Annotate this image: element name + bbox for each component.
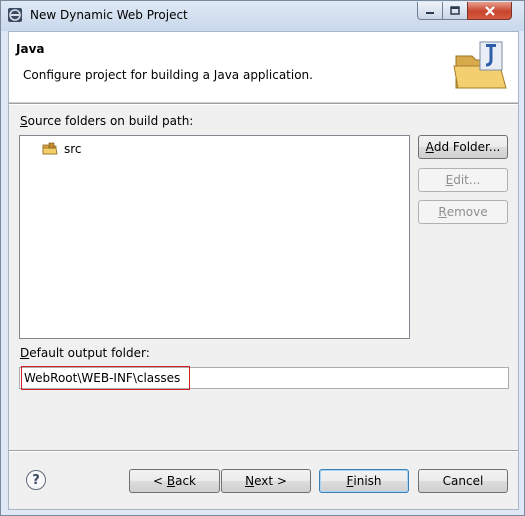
cancel-label: Cancel (442, 474, 484, 488)
source-folders-label-mnemonic: S (20, 114, 28, 128)
source-folders-label: Source folders on build path: (20, 114, 193, 128)
next-mnemonic: N (245, 474, 255, 488)
back-prefix: < (152, 474, 167, 488)
close-button[interactable] (467, 2, 512, 20)
maximize-icon (450, 6, 460, 15)
minimize-icon (426, 11, 434, 14)
help-button[interactable]: ? (26, 470, 46, 490)
add-folder-label: dd Folder... (433, 140, 501, 154)
output-folder-value: WebRoot\WEB-INF\classes (24, 371, 181, 385)
edit-button[interactable]: Edit... (418, 168, 508, 192)
dialog-window: New Dynamic Web Project Java Configure p… (0, 0, 525, 516)
source-folders-list[interactable]: src (19, 135, 410, 339)
add-folder-button[interactable]: Add Folder... (418, 135, 508, 159)
source-folders-label-text: ource folders on build path: (27, 114, 194, 128)
minimize-button[interactable] (417, 2, 443, 20)
back-label: ack (175, 474, 196, 488)
list-item[interactable]: src (42, 142, 82, 156)
header-separator (9, 103, 518, 105)
package-folder-icon (42, 142, 58, 155)
maximize-button[interactable] (442, 2, 468, 20)
next-button[interactable]: Next > (221, 469, 311, 493)
next-label: ext > (254, 474, 287, 488)
help-icon: ? (32, 472, 40, 488)
output-folder-label-text: efault output folder: (29, 346, 150, 360)
cancel-button[interactable]: Cancel (418, 469, 508, 493)
finish-label: inish (353, 474, 382, 488)
close-icon (484, 5, 495, 16)
title-bar[interactable]: New Dynamic Web Project (1, 1, 524, 31)
remove-button[interactable]: Remove (418, 200, 508, 224)
output-folder-input[interactable]: WebRoot\WEB-INF\classes (19, 367, 509, 389)
dialog-body: Java Configure project for building a Ja… (8, 31, 519, 510)
java-folder-icon (453, 41, 507, 89)
finish-mnemonic: F (346, 474, 354, 488)
output-folder-label-mnemonic: D (20, 346, 30, 360)
page-title: Java (16, 42, 45, 56)
add-folder-mnemonic: A (425, 140, 434, 154)
back-mnemonic: B (166, 474, 176, 488)
remove-label: emove (446, 205, 488, 219)
footer-separator (9, 450, 518, 452)
eclipse-icon (8, 8, 22, 22)
back-button[interactable]: < Back (129, 469, 220, 493)
finish-button[interactable]: Finish (319, 469, 409, 493)
wizard-header: Java Configure project for building a Ja… (9, 32, 518, 103)
list-item-label: src (64, 142, 82, 156)
page-description: Configure project for building a Java ap… (23, 68, 313, 82)
edit-label: dit... (453, 173, 481, 187)
window-title: New Dynamic Web Project (30, 8, 188, 22)
output-folder-label: Default output folder: (20, 346, 150, 360)
remove-mnemonic: R (438, 205, 447, 219)
edit-mnemonic: E (445, 173, 454, 187)
